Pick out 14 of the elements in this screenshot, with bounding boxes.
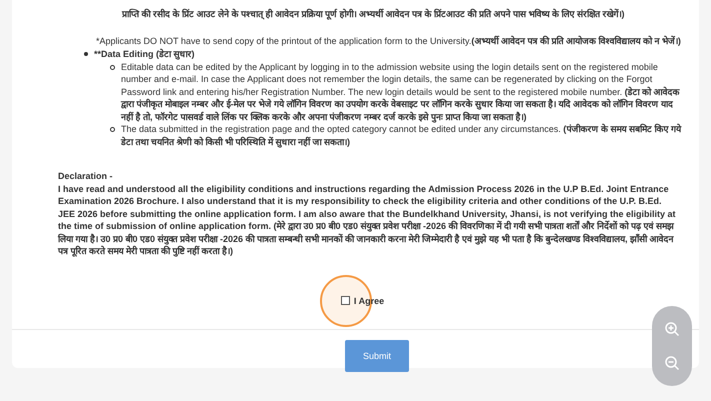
paragraph: Editable data can be edited by the Applicant by logging in to the admission website using the login details sent on the registered mobile number and e-mail. In case the Applicant does not remember the login details, the same can be regenerated by clicking on the Forgot Password link and entering his/her Registration Number. The new login details would be sent to the registered mobile number. (डेटा को आवेदक द्वारा पंजीकृत मोबाइल नम्बर और ई-मेल पर भेजे गये लॉगिन विवरण का उपयोग करके वेबसाइट पर लॉगिन करके सुधार किया जा सकता है। यदि आवेदक को लॉगिन विवरण याद नहीं है तो, फॉरगेट पासवर्ड वाले लिंक पर क्लिक करके और अपना पंजीकरण नम्बर दर्ज करके इसे पुनः प्राप्त किया जा सकता है।) [121,60,681,123]
agree-checkbox[interactable] [340,296,350,306]
note-text: *Applicants DO NOT have to send copy of the printout of the application form to the University.(अभ्यर्थी आवेदन पत्र की प्रति आयोजक विश्वविद्यालय को न भेजें।) [96,34,682,47]
bullet-icon [110,64,115,70]
bullet-icon [84,52,88,56]
zoom-out-icon[interactable] [664,355,680,371]
paragraph: प्राप्ति की रसीद के प्रिंट आउट लेने के पश्चात् ही आवेदन प्रक्रिया पूर्ण होगी। अभ्यर्थी आवेदन पत्र के प्रिंटआउट की प्रति अपने पास भविष्य के लिए संरक्षित रखेगें।) [122,8,626,20]
section-heading: **Data Editing (डेटा सुधार) [94,48,195,60]
zoom-in-icon[interactable] [664,321,680,337]
declaration-title: Declaration - [58,170,113,182]
submit-button[interactable]: Submit [345,340,409,372]
paragraph: The data submitted in the registration page and the opted category cannot be edited under any circumstances. (पंजीकरण के समय सबमिट किए गये डेटा तथा चयनित श्रेणी को किसी भी परिस्थिति में सुधारा नहीं जा सकता।) [121,123,681,148]
bullet-icon [110,127,115,132]
declaration-text: I have read and understood all the eligibility conditions and instructions regarding the Admission Process 2026 in the U.P B.Ed. Joint Entrance Examination 2026 Brochure. I also understand that it is my responsibility to check the eligibility criteria and other conditions of the U.P. B.Ed. JEE 2026 before submitting the online application form. I am also aware that the Bundelkhand University, Jhansi, is not verifying the eligibility at the time of submission of online application form. (मेरे द्वारा उ0 प्र0 बी0 एड0 संयुक्त प्रवेश परीक्षा -2026 की विवरणिका में दी गयी सभी पात्रता शर्तों और निर्देशों को पढ़ एवं समझ लिया गया है। उ0 प्र0 बी0 एड0 संयुक्त प्रवेश परीक्षा -2026 की पात्रता सम्बन्धी सभी मानकों की जानकारी करना मेरी जिम्मेदारी है एवं मुझे यह भी पता है कि बुन्देलखण्ड विश्वविद्यालय, झाँसी आवेदन पत्र पूरित करते समय मेरी पात्रता की पुष्टि नहीं करता है।) [58,182,676,258]
